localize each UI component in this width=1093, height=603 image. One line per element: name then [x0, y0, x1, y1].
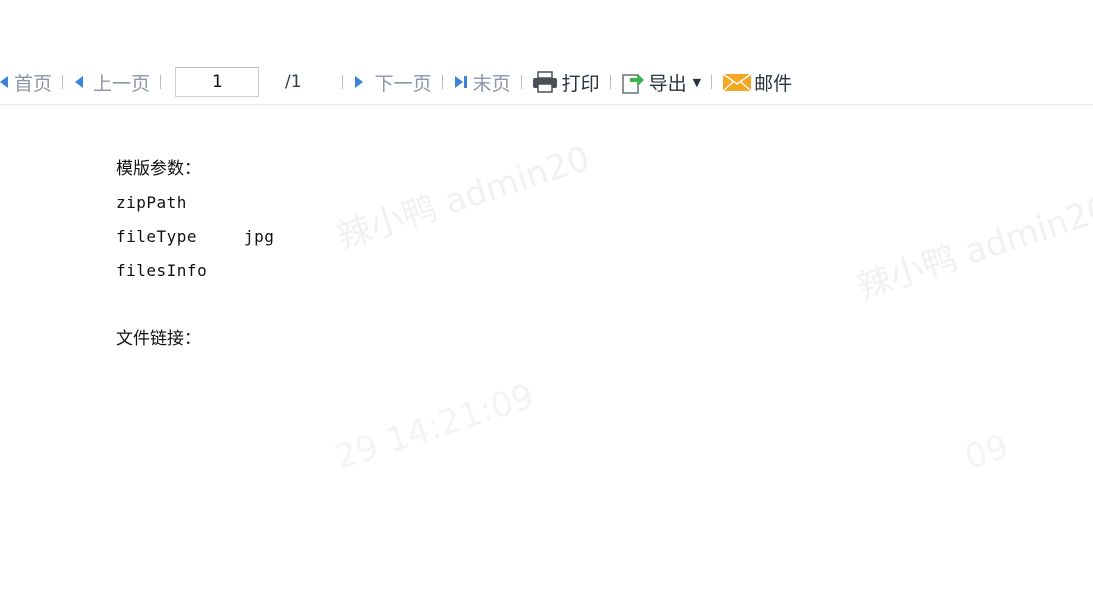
chevron-down-icon[interactable]: ▼: [693, 76, 701, 89]
mail-label: 邮件: [754, 72, 793, 95]
toolbar-separator: [711, 75, 713, 89]
param-key: filesInfo: [116, 261, 208, 280]
toolbar-separator: [62, 75, 64, 89]
print-button[interactable]: 打印: [532, 60, 600, 104]
toolbar-separator: [520, 75, 522, 89]
param-value: jpg: [244, 227, 275, 246]
param-key: zipPath: [116, 193, 187, 212]
file-link-label: 文件链接：: [116, 329, 201, 349]
watermark-user: 辣小鸭 admin20: [332, 138, 595, 258]
template-params-label: 模版参数：: [116, 159, 201, 179]
first-page-icon: [0, 76, 8, 88]
watermark-time-right: 09: [960, 426, 1014, 479]
page-number-input[interactable]: [175, 67, 260, 97]
param-key: fileType: [116, 227, 198, 246]
last-page-icon: [454, 76, 467, 88]
param-row: filesInfo: [116, 254, 274, 288]
printer-icon: [532, 71, 557, 93]
first-page-button[interactable]: 首页: [0, 60, 52, 104]
export-label: 导出: [648, 72, 687, 95]
watermark-time: 29 14:21:09: [330, 376, 540, 479]
next-page-label: 下一页: [374, 72, 432, 95]
prev-page-button[interactable]: 上一页: [73, 60, 150, 104]
first-page-label: 首页: [14, 72, 53, 95]
mail-button[interactable]: 邮件: [722, 60, 792, 104]
export-button[interactable]: 导出 ▼: [621, 60, 701, 104]
report-viewer: 辣小鸭 admin20 辣小鸭 admin20 29 14:21:09 09 首…: [0, 0, 1093, 603]
toolbar-separator: [160, 75, 162, 89]
print-label: 打印: [561, 72, 600, 95]
prev-page-label: 上一页: [93, 72, 151, 95]
param-row: zipPath: [116, 186, 274, 220]
report-toolbar: 首页 上一页 /1 下一页: [0, 60, 1093, 105]
toolbar-separator: [609, 75, 611, 89]
report-content: 模版参数： zipPath fileType jpg filesInfo 文件链接…: [116, 152, 274, 356]
param-row: fileType jpg: [116, 220, 274, 254]
page-total: /1: [285, 72, 302, 92]
next-page-icon: [354, 76, 363, 88]
toolbar-separator: [441, 75, 443, 89]
last-page-button[interactable]: 末页: [453, 60, 511, 104]
prev-page-icon: [75, 76, 84, 88]
mail-icon: [722, 73, 752, 92]
next-page-button[interactable]: 下一页: [353, 60, 432, 104]
last-page-label: 末页: [472, 72, 511, 95]
toolbar-separator: [341, 75, 343, 89]
export-icon: [621, 74, 644, 94]
watermark-user-right: 辣小鸭 admin20: [852, 188, 1093, 308]
